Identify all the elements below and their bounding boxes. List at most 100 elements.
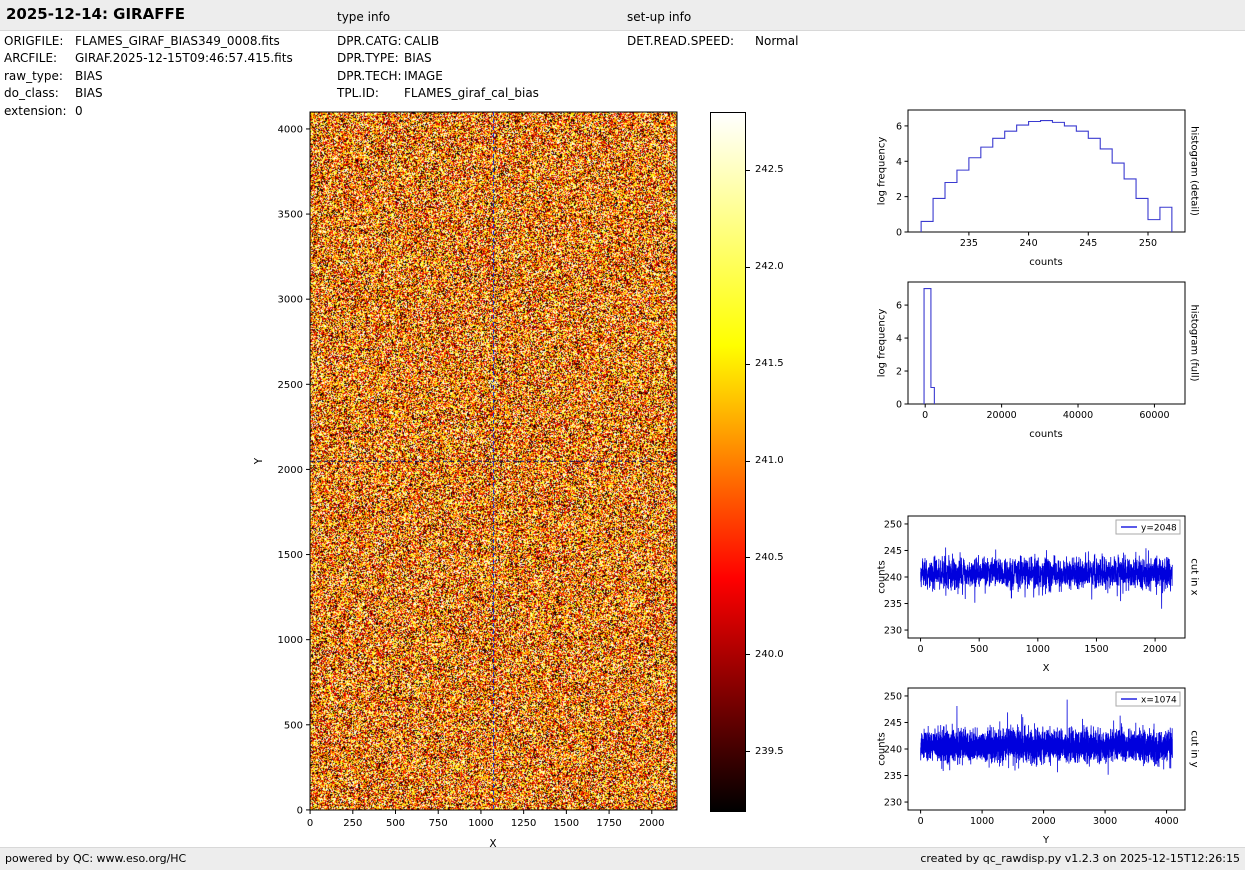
svg-text:6: 6 xyxy=(896,301,902,312)
meta-label: TPL.ID: xyxy=(337,86,379,101)
meta-row-dpr-tech: DPR.TECH: IMAGE xyxy=(337,68,539,85)
y-axis-label: log frequency xyxy=(876,308,888,378)
y-axis-label: counts xyxy=(876,560,888,594)
bias-frame-image xyxy=(310,112,677,810)
meta-label: ARCFILE: xyxy=(4,51,58,66)
meta-value: CALIB xyxy=(404,34,440,48)
svg-text:240: 240 xyxy=(1020,238,1038,249)
y-axis-label: counts xyxy=(876,732,888,766)
svg-text:230: 230 xyxy=(884,798,902,809)
svg-text:0: 0 xyxy=(922,410,928,421)
main-y-axis-label: Y xyxy=(253,457,265,465)
svg-text:4: 4 xyxy=(896,157,902,168)
svg-text:250: 250 xyxy=(343,818,362,829)
svg-text:3000: 3000 xyxy=(278,295,303,306)
svg-text:0: 0 xyxy=(896,400,902,411)
svg-text:0: 0 xyxy=(918,644,924,655)
cut-in-x-plot: 0 500 1000 1500 2000230235240245250 y=2048 xyxy=(884,515,1186,655)
meta-value: BIAS xyxy=(404,51,432,66)
svg-text:3000: 3000 xyxy=(1093,816,1117,827)
meta-label: DPR.TECH: xyxy=(337,68,402,83)
svg-text:4: 4 xyxy=(896,334,902,345)
meta-label: do_class: xyxy=(4,86,59,101)
meta-label: DPR.CATG: xyxy=(337,34,402,48)
svg-text:1000: 1000 xyxy=(468,818,493,829)
chart-cut-in-y: 0 1000 2000 3000 4000 230 235 240 245 250 x=1074 c… xyxy=(858,678,1208,853)
svg-text:750: 750 xyxy=(429,818,448,829)
page-title: 2025-12-14: GIRAFFE xyxy=(6,5,185,23)
svg-text:4000: 4000 xyxy=(1154,816,1178,827)
setup-info-heading: set-up info xyxy=(627,10,692,24)
svg-text:2500: 2500 xyxy=(278,380,303,391)
svg-text:3500: 3500 xyxy=(278,210,303,221)
y-axis-label: log frequency xyxy=(876,136,888,206)
colorbar xyxy=(710,112,746,812)
svg-text:1500: 1500 xyxy=(554,818,579,829)
svg-text:0: 0 xyxy=(896,228,902,239)
meta-label: extension: xyxy=(4,103,67,118)
svg-text:2000: 2000 xyxy=(1031,816,1055,827)
svg-text:2000: 2000 xyxy=(278,465,303,476)
chart-histogram-full: 0 20000 40000 60000 0 2 4 6 log frequency count… xyxy=(858,272,1208,447)
svg-text:500: 500 xyxy=(284,720,303,731)
meta-row-raw-type: raw_type: BIAS xyxy=(4,68,293,85)
right-axis-label: cut in x xyxy=(1188,558,1200,596)
meta-value: FLAMES_GIRAF_BIAS349_0008.fits xyxy=(75,34,280,48)
svg-text:2000: 2000 xyxy=(639,818,664,829)
svg-text:2000: 2000 xyxy=(1143,644,1167,655)
histogram-detail-plot: 235 240 245 250 0 2 4 6 xyxy=(896,109,1186,249)
meta-row-arcfile: ARCFILE: GIRAF.2025-12-15T09:46:57.415.fi… xyxy=(4,50,293,67)
svg-text:245: 245 xyxy=(884,546,902,557)
right-axis-label: histogram (full) xyxy=(1188,304,1200,382)
qc-report-page: { "header": { "title": "2025-12-14: GIRA… xyxy=(0,0,1245,870)
meta-row-origfile: ORIGFILE: FLAMES_GIRAF_BIAS349_0008.fits xyxy=(4,33,293,50)
meta-label: raw_type: xyxy=(4,68,63,83)
svg-text:1250: 1250 xyxy=(511,818,536,829)
histogram-full-plot: 0 20000 40000 60000 0 2 4 6 xyxy=(896,281,1186,421)
meta-value: FLAMES_giraf_cal_bias xyxy=(404,86,539,101)
svg-text:245: 245 xyxy=(1079,238,1097,249)
chart-cut-in-x: 0 500 1000 1500 2000 230 235 240 245 250 y=2048 co… xyxy=(858,506,1208,681)
svg-text:1000: 1000 xyxy=(1026,644,1050,655)
colorbar-tick-labels: 239.5 240.0 240.5 241.0 241.5 242.0 242.5 xyxy=(746,0,816,870)
meta-value: BIAS xyxy=(75,86,103,101)
x-axis-label: Y xyxy=(1042,835,1050,846)
svg-text:235: 235 xyxy=(884,771,902,782)
svg-text:230: 230 xyxy=(884,626,902,637)
header-bar xyxy=(0,0,1245,31)
svg-text:245: 245 xyxy=(884,718,902,729)
svg-text:20000: 20000 xyxy=(986,410,1016,421)
meta-label: ORIGFILE: xyxy=(4,34,64,48)
svg-text:0: 0 xyxy=(918,816,924,827)
svg-text:40000: 40000 xyxy=(1063,410,1093,421)
file-info-block: ORIGFILE: FLAMES_GIRAF_BIAS349_0008.fits … xyxy=(4,33,293,120)
right-axis-label: histogram (detail) xyxy=(1188,126,1200,216)
svg-text:250: 250 xyxy=(884,691,902,702)
svg-text:1500: 1500 xyxy=(1084,644,1108,655)
meta-value: 0 xyxy=(75,103,83,118)
svg-text:250: 250 xyxy=(884,519,902,530)
chart-histogram-detail: 235 240 245 250 0 2 4 6 log frequency counts hi… xyxy=(858,100,1208,275)
svg-text:2: 2 xyxy=(896,367,902,378)
meta-value: GIRAF.2025-12-15T09:46:57.415.fits xyxy=(75,51,293,66)
cut-in-y-plot: 0 1000 2000 3000 4000230235240245250 x=1074 xyxy=(884,687,1186,827)
x-axis-label: counts xyxy=(1029,257,1063,268)
meta-label: DPR.TYPE: xyxy=(337,51,399,66)
svg-text:60000: 60000 xyxy=(1139,410,1169,421)
meta-row-dpr-type: DPR.TYPE: BIAS xyxy=(337,50,539,67)
svg-text:235: 235 xyxy=(960,238,978,249)
svg-text:x=1074: x=1074 xyxy=(1141,696,1177,706)
x-axis-label: X xyxy=(1042,663,1050,674)
svg-text:250: 250 xyxy=(1139,238,1157,249)
svg-text:500: 500 xyxy=(970,644,988,655)
svg-text:4000: 4000 xyxy=(278,124,303,135)
svg-text:1000: 1000 xyxy=(278,635,303,646)
svg-text:235: 235 xyxy=(884,599,902,610)
meta-row-tpl-id: TPL.ID: FLAMES_giraf_cal_bias xyxy=(337,85,539,102)
meta-label: DET.READ.SPEED: xyxy=(627,34,735,48)
type-info-heading: type info xyxy=(337,10,391,24)
svg-text:1000: 1000 xyxy=(970,816,994,827)
meta-row-dpr-catg: DPR.CATG: CALIB xyxy=(337,33,539,50)
meta-row-do-class: do_class: BIAS xyxy=(4,85,293,102)
meta-value: BIAS xyxy=(75,68,103,83)
